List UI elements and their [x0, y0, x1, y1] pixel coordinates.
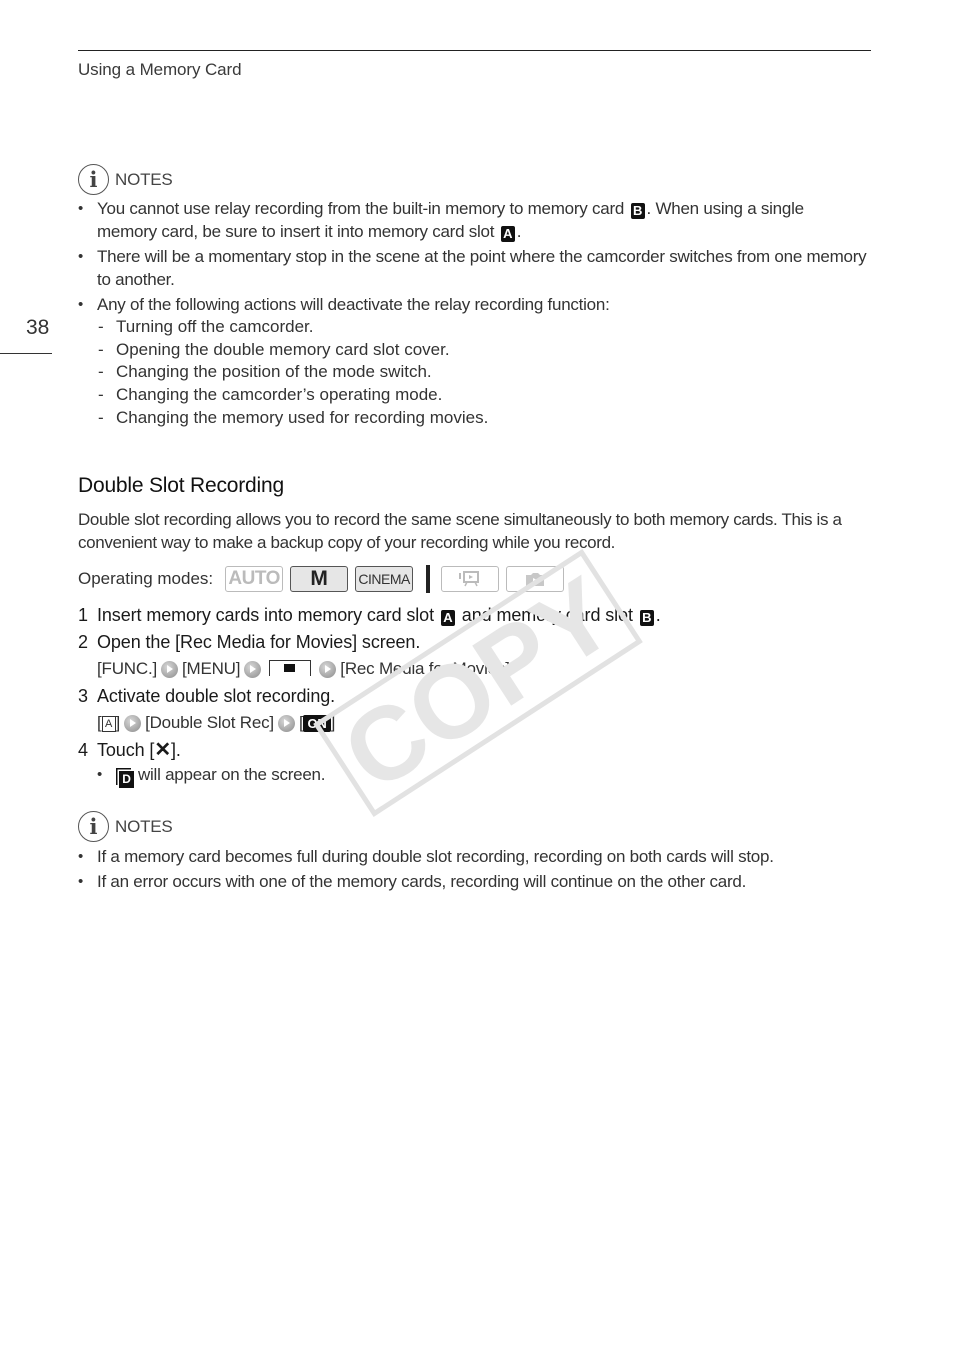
step-2-menu-path: [FUNC.] [MENU] [Rec Media for Movies]	[78, 657, 661, 684]
mode-auto-icon: AUTO	[225, 566, 284, 592]
mode-cinema-icon: CINEMA	[355, 566, 414, 592]
on-icon: ON	[303, 715, 331, 732]
menu-button-label: [MENU]	[181, 659, 241, 678]
section-intro: Double slot recording allows you to reco…	[78, 510, 842, 552]
func-button-label: [FUNC.]	[97, 659, 157, 678]
sub-item: Changing the position of the mode switch…	[97, 361, 868, 384]
mode-separator	[426, 565, 431, 593]
note-item: There will be a momentary stop in the sc…	[78, 245, 868, 291]
step-1: 1 Insert memory cards into memory card sl…	[78, 605, 661, 626]
notes-list: If a memory card becomes full during dou…	[78, 845, 868, 895]
info-icon: i	[78, 164, 109, 195]
memory-card-a-icon: A	[440, 610, 455, 626]
notes-list: You cannot use relay recording from the …	[78, 197, 868, 432]
memory-card-b-icon: B	[630, 203, 645, 219]
note-item: Any of the following actions will deacti…	[78, 293, 868, 430]
mode-manual-icon: M	[290, 566, 349, 592]
page-number: 38	[26, 316, 50, 339]
playback-photos-icon	[506, 566, 565, 592]
sub-item: Turning off the camcorder.	[97, 316, 868, 339]
deactivation-list: Turning off the camcorder. Opening the d…	[97, 316, 868, 430]
section-title: Double Slot Recording	[78, 474, 284, 497]
sub-item: Changing the camcorder’s operating mode.	[97, 384, 868, 407]
memory-card-b-icon: B	[639, 610, 654, 626]
notes-label: NOTES	[115, 816, 173, 836]
notes-heading: i NOTES	[78, 164, 173, 195]
sub-item: Changing the memory used for recording m…	[97, 407, 868, 430]
double-slot-rec-label: [Double Slot Rec]	[145, 713, 274, 732]
step-3-menu-path: [A] [Double Slot Rec][ON]	[97, 713, 336, 732]
playback-movies-icon	[441, 566, 500, 592]
notes-heading: i NOTES	[78, 811, 173, 842]
arrow-right-icon	[277, 715, 295, 732]
step-4: 4 Touch [✕].	[78, 739, 181, 761]
operating-modes: Operating modes: AUTO M CINEMA	[78, 565, 571, 593]
note-item: You cannot use relay recording from the …	[78, 197, 868, 243]
header-rule	[78, 50, 871, 51]
step-2: 2 Open the [Rec Media for Movies] screen.	[78, 632, 421, 652]
recording-setup-tab-icon	[269, 660, 312, 676]
arrow-right-icon	[160, 661, 178, 678]
double-slot-icon: D	[119, 771, 134, 788]
sub-item: Opening the double memory card slot cove…	[97, 339, 868, 362]
info-icon: i	[78, 811, 109, 842]
auto-icon: A	[101, 716, 116, 732]
arrow-right-icon	[124, 715, 142, 732]
result-item: Dwill appear on the screen.	[97, 763, 661, 788]
step-3: 3 Activate double slot recording.	[78, 686, 336, 706]
running-head: Using a Memory Card	[78, 60, 242, 79]
memory-card-a-icon: A	[500, 226, 515, 242]
operating-modes-label: Operating modes:	[78, 569, 214, 588]
step-4-result: Dwill appear on the screen.	[78, 763, 661, 788]
page-number-rule	[0, 353, 52, 354]
rec-media-label: [Rec Media for Movies]	[340, 659, 510, 678]
notes-label: NOTES	[115, 169, 173, 189]
note-item: If an error occurs with one of the memor…	[78, 870, 868, 893]
note-item: If a memory card becomes full during dou…	[78, 845, 868, 868]
steps-list: 1 Insert memory cards into memory card sl…	[78, 603, 661, 790]
arrow-right-icon	[244, 661, 262, 678]
close-icon: ✕	[154, 739, 172, 761]
arrow-right-icon	[319, 661, 337, 678]
